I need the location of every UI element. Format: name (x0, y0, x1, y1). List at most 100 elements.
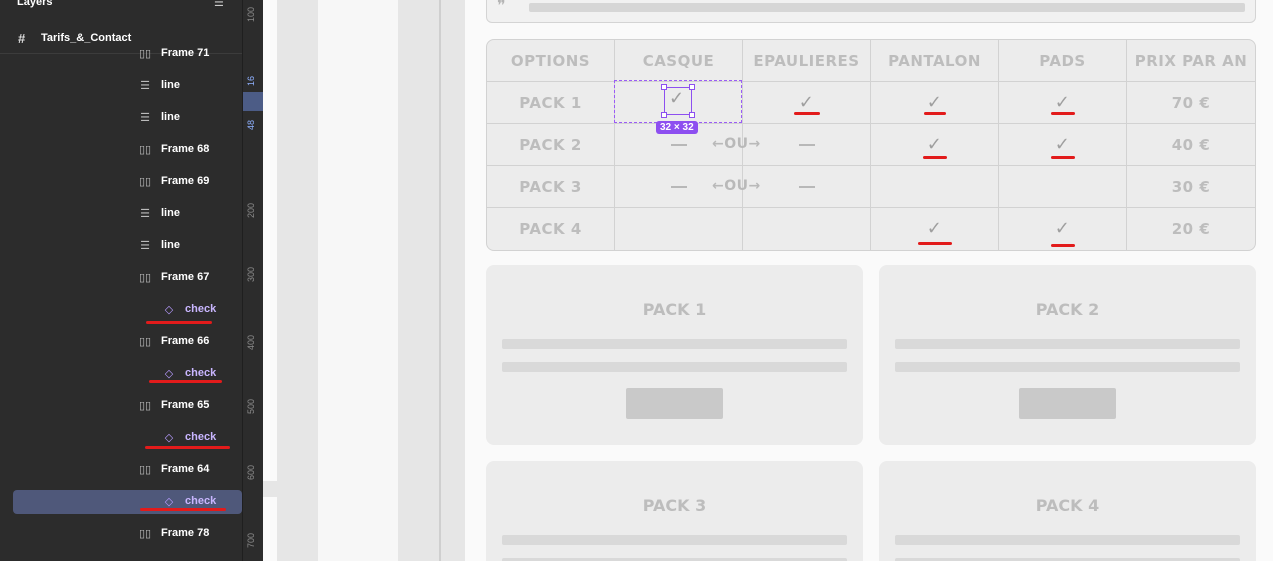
pantalon-cell[interactable]: ✓ (871, 124, 999, 166)
check-icon[interactable]: ✓ (927, 220, 943, 238)
canvas-frame-edge (263, 497, 277, 561)
design-canvas[interactable]: ❞ OPTIONS CASQUE EPAULIERES PANTALON PAD… (263, 0, 1273, 561)
epaulieres-cell[interactable]: ✓ (743, 82, 871, 124)
text-placeholder-bar (502, 535, 847, 545)
line-layout-icon: ☰ (140, 112, 150, 124)
red-underline-annotation (149, 380, 222, 383)
layer-line[interactable]: ☰ line (0, 234, 242, 258)
layer-frame-67[interactable]: ▯▯ Frame 67 (0, 266, 242, 290)
table-header: CASQUE (615, 40, 743, 82)
red-underline-annotation (923, 112, 946, 115)
table-row: PACK 1 ✓ ✓ ✓ 70 € (487, 82, 1255, 124)
table-header: PRIX PAR AN (1127, 40, 1255, 82)
quote-icon: ❞ (497, 0, 506, 15)
frame-layout-icon: ▯▯ (138, 528, 152, 540)
price-cell: 20 € (1171, 220, 1211, 238)
pack-card[interactable]: PACK 4 (879, 461, 1256, 561)
casque-cell[interactable] (615, 208, 743, 250)
resize-handle[interactable] (689, 84, 695, 90)
layer-check-component[interactable]: ◇ check (0, 298, 242, 322)
pads-cell[interactable]: ✓ (999, 208, 1127, 250)
table-header: PADS (999, 40, 1127, 82)
check-icon[interactable]: ✓ (1055, 135, 1071, 154)
ruler-tick-highlight: 16 (246, 75, 256, 86)
pack-name-cell: PACK 3 (487, 166, 615, 208)
check-icon[interactable]: ✓ (927, 135, 943, 154)
or-arrows-label: ←OU→ (712, 136, 761, 152)
casque-cell[interactable]: ←OU→ (615, 166, 760, 208)
pantalon-cell[interactable]: ✓ (871, 208, 999, 250)
text-placeholder-bar (895, 535, 1240, 545)
resize-handle[interactable] (661, 84, 667, 90)
red-underline-annotation (922, 156, 947, 159)
pack-card[interactable]: PACK 1 (486, 265, 863, 445)
line-layout-icon: ☰ (140, 240, 150, 252)
price-cell: 40 € (1127, 124, 1255, 166)
input-placeholder-bar (529, 3, 1245, 12)
component-diamond-icon: ◇ (164, 368, 174, 380)
size-badge: 32 × 32 (656, 121, 698, 134)
layer-line[interactable]: ☰ line (0, 106, 242, 130)
ruler-tick-highlight: 48 (246, 119, 256, 130)
red-underline-annotation (1050, 112, 1075, 115)
layers-panel-title: Layers (17, 0, 53, 8)
layer-frame-68[interactable]: ▯▯ Frame 68 (0, 138, 242, 162)
text-placeholder-bar (895, 362, 1240, 372)
component-diamond-icon: ◇ (164, 432, 174, 444)
collapse-layers-icon[interactable]: ☰ˆ (214, 0, 228, 9)
pads-cell[interactable]: ✓ (999, 124, 1127, 166)
frame-layout-icon: ▯▯ (138, 400, 152, 412)
layers-panel: Layers ☰ˆ # Tarifs_&_Contact ▯▯ Frame 71… (0, 0, 242, 561)
ruler-tick: 300 (246, 266, 256, 282)
pack-name-cell: PACK 2 (487, 124, 615, 166)
check-icon[interactable]: ✓ (1055, 220, 1071, 238)
check-icon[interactable]: ✓ (927, 93, 943, 112)
card-button[interactable] (1019, 388, 1116, 419)
card-title: PACK 3 (642, 496, 707, 515)
layer-frame-78[interactable]: ▯▯ Frame 78 (0, 522, 242, 546)
pack-card[interactable]: PACK 2 (879, 265, 1256, 445)
epaulieres-cell[interactable] (743, 166, 871, 208)
layer-frame-64[interactable]: ▯▯ Frame 64 (0, 458, 242, 482)
dash-icon (670, 144, 687, 146)
pricing-table: OPTIONS CASQUE EPAULIERES PANTALON PADS … (486, 39, 1256, 251)
ruler-selection-band (243, 92, 264, 111)
layer-frame-66[interactable]: ▯▯ Frame 66 (0, 330, 242, 354)
frame-layout-icon: ▯▯ (138, 48, 152, 60)
layer-frame-71[interactable]: ▯▯ Frame 71 (0, 42, 242, 66)
page-frame[interactable]: ❞ OPTIONS CASQUE EPAULIERES PANTALON PAD… (465, 0, 1273, 561)
pantalon-cell[interactable]: ✓ (871, 82, 999, 124)
layer-frame-69[interactable]: ▯▯ Frame 69 (0, 170, 242, 194)
epaulieres-cell[interactable] (743, 124, 871, 166)
red-underline-annotation (146, 321, 212, 324)
epaulieres-cell[interactable] (743, 208, 871, 250)
layer-line[interactable]: ☰ line (0, 74, 242, 98)
search-input[interactable]: ❞ (486, 0, 1256, 23)
pads-cell[interactable] (999, 166, 1127, 208)
table-row: PACK 3 ←OU→ 30 € (487, 166, 1255, 208)
pack-card[interactable]: PACK 3 (486, 461, 863, 561)
ruler-tick: 600 (246, 464, 256, 480)
selected-check-icon[interactable]: ✓ (661, 84, 695, 118)
text-placeholder-bar (502, 339, 847, 349)
resize-handle[interactable] (661, 112, 667, 118)
layer-line[interactable]: ☰ line (0, 202, 242, 226)
text-placeholder-bar (895, 339, 1240, 349)
layer-frame-65[interactable]: ▯▯ Frame 65 (0, 394, 242, 418)
frame-layout-icon: ▯▯ (138, 144, 152, 156)
card-button[interactable] (626, 388, 723, 419)
vertical-ruler: 100 16 48 200 300 400 500 600 700 (242, 0, 264, 561)
check-icon: ✓ (669, 88, 685, 108)
check-icon[interactable]: ✓ (1055, 93, 1071, 112)
resize-handle[interactable] (689, 112, 695, 118)
table-header: PANTALON (871, 40, 999, 82)
red-underline-annotation (1050, 244, 1075, 247)
check-icon[interactable]: ✓ (799, 93, 815, 112)
pack-name-cell: PACK 4 (487, 208, 615, 250)
canvas-frame-column (318, 0, 398, 561)
canvas-frame-edge (263, 0, 277, 481)
component-diamond-icon: ◇ (164, 304, 174, 316)
card-title: PACK 4 (1035, 496, 1100, 515)
pantalon-cell[interactable] (871, 166, 999, 208)
pads-cell[interactable]: ✓ (999, 82, 1127, 124)
